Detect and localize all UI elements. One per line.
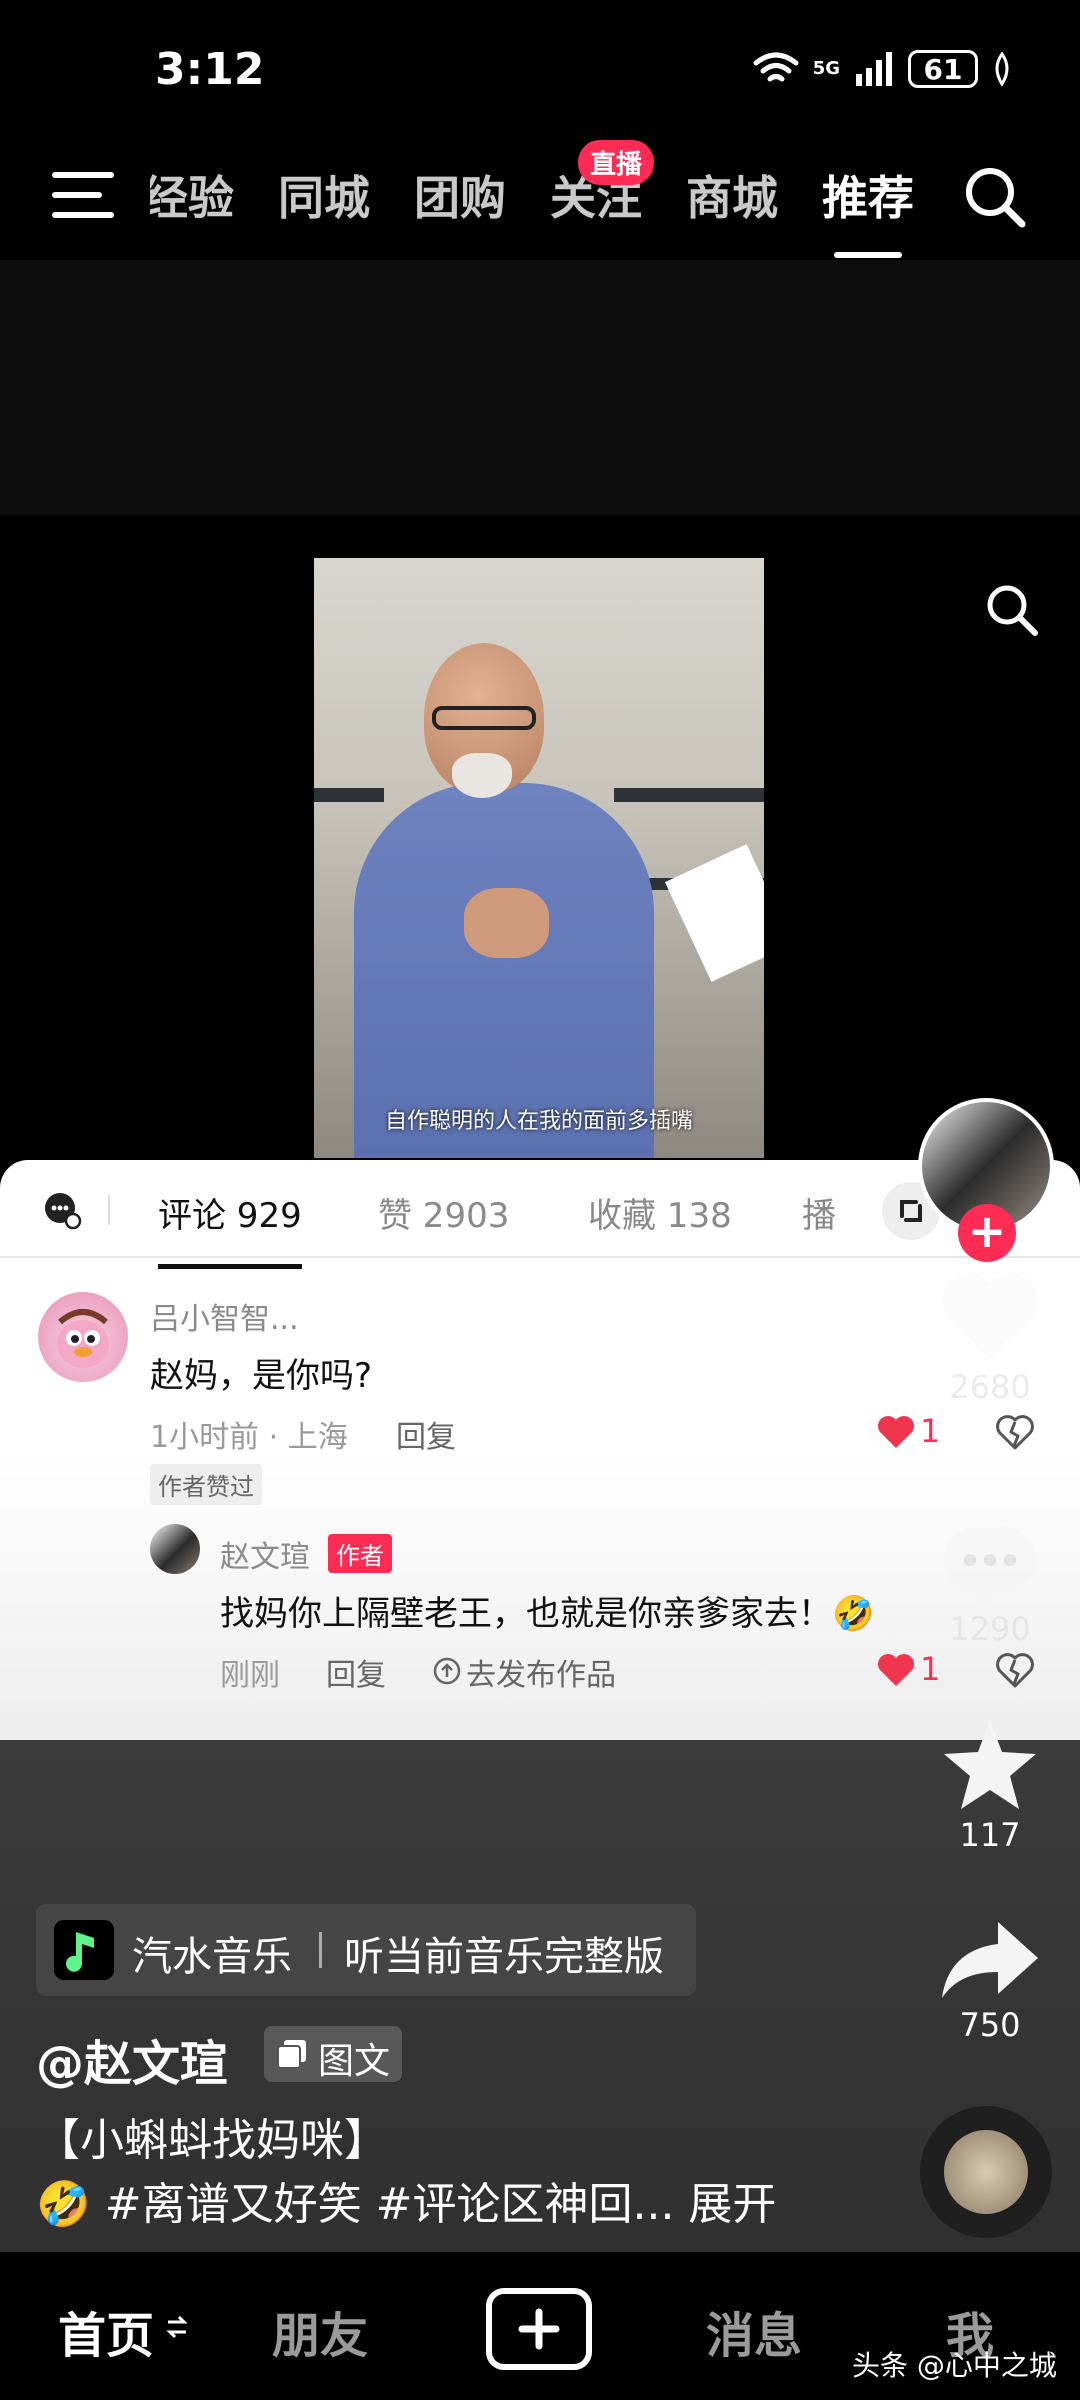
person-hand [464,888,549,958]
share-action[interactable]: 750 [930,1918,1050,2044]
share-count: 750 [959,2006,1021,2044]
favorite-count: 117 [959,1816,1021,1854]
tab-favorites[interactable]: 收藏 138 [588,1188,732,1237]
album-cover [944,2130,1028,2214]
comment-count: 1290 [949,1610,1031,1648]
post-title: 【小蝌蚪找妈咪】 [36,2115,388,2166]
comment-like-count: 1 [920,1412,941,1450]
reply-like-count: 1 [920,1650,941,1688]
shelf-decor [614,788,764,802]
feed-tabs: 经验 同城 团购 关注 商城 推荐 [150,162,914,258]
creator-handle[interactable]: @赵文瑄 [36,2024,228,2094]
person-beard [452,753,512,798]
heart-icon[interactable] [876,1652,916,1688]
divider [108,1195,110,1225]
heart-icon[interactable] [876,1414,916,1450]
heart-icon [942,1273,1038,1360]
music-disc[interactable] [920,2106,1052,2238]
upload-icon [433,1657,461,1685]
nav-home[interactable]: 首页 [58,2296,154,2366]
plus-icon [518,2308,560,2350]
comment-action[interactable]: 1290 [930,1520,1050,1648]
reply-meta: 刚刚 [220,1658,280,1693]
reply-button[interactable]: 回复 [396,1412,456,1456]
dislike-icon[interactable] [995,1650,1035,1690]
music-cta[interactable]: 听当前音乐完整版 [344,1924,664,1982]
reply-author[interactable]: 赵文瑄 [220,1532,310,1576]
music-app-name: 汽水音乐 [132,1934,292,1980]
avatar[interactable] [38,1292,128,1382]
tab-local[interactable]: 同城 [278,162,370,228]
status-icons: 5G 61 [753,50,1012,88]
tab-group-buy[interactable]: 团购 [414,162,506,228]
switch-icon[interactable] [166,2312,188,2342]
tab-mall[interactable]: 商城 [686,162,778,228]
wifi-icon [753,52,799,82]
share-arrow-icon [942,1922,1038,1998]
person-glasses [432,706,536,730]
comment-panel: 评论 929 赞 2903 收藏 138 播 吕小智智... 赵妈，是你吗? 1… [0,1160,1080,1740]
status-bar: 3:12 5G 61 [0,0,1080,140]
like-action[interactable]: 2680 [930,1268,1050,1406]
paper-sheet [664,844,764,982]
comment-text: 赵妈，是你吗? [150,1356,373,1396]
music-app-icon [54,1920,114,1980]
author-badge: 作者 [328,1534,392,1573]
watermark: 头条 @心中之城 [852,2349,1057,2382]
tab-plays[interactable]: 播 [802,1188,836,1237]
nav-messages[interactable]: 消息 [706,2296,802,2366]
person-figure [354,783,654,1158]
divider [319,1932,322,1968]
publish-work-button[interactable]: 去发布作品 [466,1650,616,1694]
battery-indicator: 61 [908,50,978,88]
status-time: 3:12 [155,44,265,95]
reply-button[interactable]: 回复 [326,1650,386,1694]
post-type-label: 图文 [318,2041,391,2082]
video-backdrop [0,260,1080,515]
chat-settings-icon[interactable] [42,1190,82,1230]
image-text-icon [277,2040,306,2069]
leaf-icon [995,52,1009,86]
post-hashtags[interactable]: 🤣 #离谱又好笑 #评论区神回... 展开 [36,2168,776,2232]
menu-icon[interactable] [52,172,114,220]
tab-recommend[interactable]: 推荐 [822,162,914,258]
star-icon [944,1720,1036,1809]
live-badge[interactable]: 直播 [578,140,655,185]
comment-author[interactable]: 吕小智智... [150,1294,299,1338]
create-button[interactable] [486,2288,592,2370]
music-banner[interactable]: 汽水音乐 听当前音乐完整版 [36,1904,696,1996]
network-type: 5G [812,58,840,79]
tab-comments[interactable]: 评论 929 [158,1188,302,1269]
search-icon[interactable] [960,162,1030,232]
follow-button[interactable]: + [958,1204,1016,1262]
shelf-decor [314,788,384,802]
search-icon[interactable] [982,580,1042,640]
comment-bubble-icon [944,1524,1036,1604]
video-subtitle: 自作聪明的人在我的面前多插嘴 [384,1109,693,1134]
tab-likes[interactable]: 赞 2903 [378,1188,509,1237]
avatar[interactable] [150,1524,200,1574]
tab-experience[interactable]: 经验 [150,162,234,228]
favorite-action[interactable]: 117 [930,1716,1050,1854]
author-liked-tag: 作者赞过 [150,1464,262,1505]
signal-icon [856,52,892,86]
reply-text: 找妈你上隔壁老王，也就是你亲爹家去！🤣 [220,1594,875,1634]
dislike-icon[interactable] [995,1412,1035,1452]
video-frame[interactable]: 自作聪明的人在我的面前多插嘴 [314,558,764,1158]
cartoon-avatar-icon [57,1309,109,1368]
like-count: 2680 [949,1368,1031,1406]
comment-meta: 1小时前 · 上海 [150,1420,348,1455]
top-nav: 经验 同城 团购 关注 商城 推荐 直播 [0,140,1080,260]
post-type-badge: 图文 [264,2026,402,2082]
nav-friends[interactable]: 朋友 [272,2296,368,2366]
